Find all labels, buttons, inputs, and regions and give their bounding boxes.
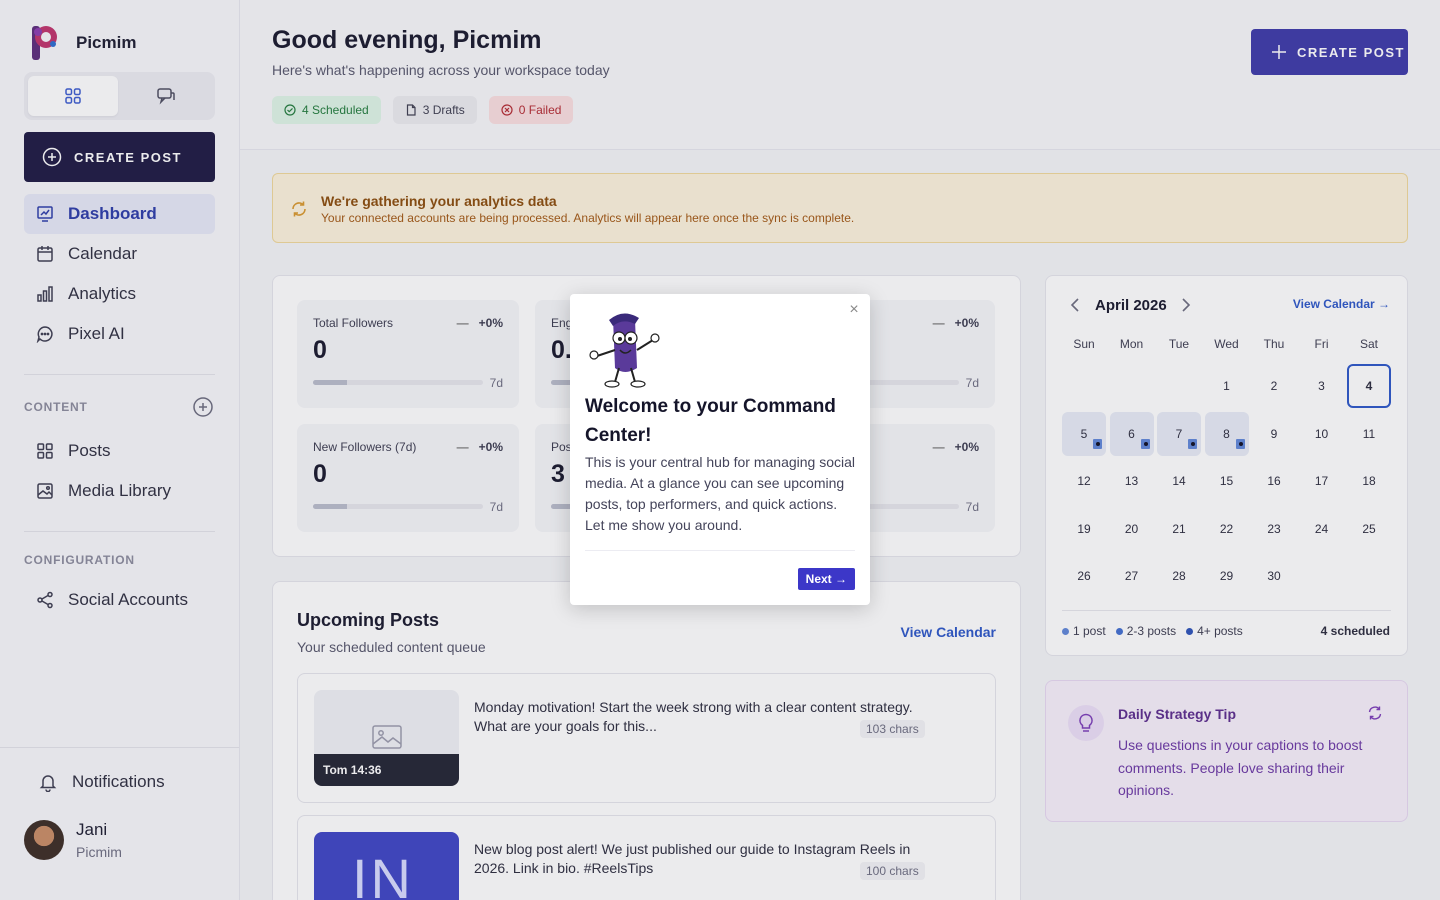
mascot-illustration xyxy=(589,313,660,388)
modal-title: Welcome to your Command Center! xyxy=(585,396,836,446)
close-icon[interactable]: × xyxy=(847,302,861,318)
welcome-modal: × Welcome to your Command Center! This i… xyxy=(570,294,870,605)
next-button[interactable]: Next → xyxy=(797,568,855,590)
post-indicator-dot xyxy=(1238,441,1243,446)
modal-body: This is your central hub for managing so… xyxy=(585,454,856,533)
post-indicator-dot xyxy=(1191,441,1195,446)
modal-divider xyxy=(585,550,855,551)
post-indicator-dot xyxy=(1096,441,1100,446)
post-indicator-dot xyxy=(1143,441,1148,446)
